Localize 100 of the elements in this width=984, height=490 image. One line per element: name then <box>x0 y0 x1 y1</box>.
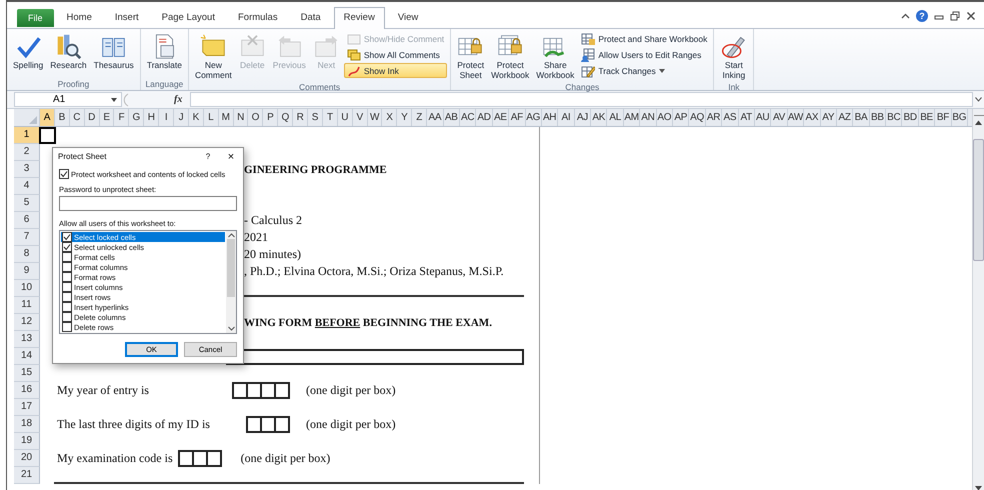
allow-edit-ranges-button[interactable]: Allow Users to Edit Ranges <box>578 47 710 62</box>
column-header[interactable]: E <box>100 109 114 126</box>
ribbon-tab[interactable]: Insert <box>104 7 149 28</box>
ribbon-tab[interactable]: Review <box>334 7 385 29</box>
checkbox[interactable] <box>62 292 72 302</box>
column-header[interactable]: BF <box>935 109 952 126</box>
checkbox[interactable] <box>62 242 72 252</box>
column-header[interactable]: AM <box>624 109 640 126</box>
row-header[interactable]: 20 <box>14 450 40 467</box>
ribbon-tab[interactable]: Home <box>56 7 102 28</box>
list-scrollbar[interactable] <box>226 231 236 333</box>
column-header[interactable]: Q <box>278 109 294 126</box>
spelling-button[interactable]: Spelling <box>10 31 46 72</box>
ribbon-tab[interactable]: View <box>388 7 428 28</box>
column-header[interactable]: AW <box>788 109 804 126</box>
translate-button[interactable]: Translate <box>144 31 185 72</box>
checkbox[interactable] <box>62 322 72 332</box>
insert-function-button[interactable]: fx <box>174 94 182 105</box>
column-header[interactable]: AD <box>476 109 493 126</box>
new-comment-button[interactable]: New Comment <box>192 31 235 82</box>
column-header[interactable]: S <box>308 109 323 126</box>
row-header[interactable]: 8 <box>14 246 40 263</box>
formula-input[interactable] <box>190 92 973 107</box>
row-header[interactable]: 10 <box>14 280 40 297</box>
row-header[interactable]: 5 <box>14 195 40 212</box>
column-header[interactable]: BB <box>870 109 886 126</box>
row-header[interactable]: 4 <box>14 178 40 195</box>
column-header[interactable]: L <box>204 109 219 126</box>
column-header[interactable]: BE <box>918 109 936 126</box>
column-header[interactable]: X <box>382 109 398 126</box>
column-header[interactable]: Z <box>412 109 428 126</box>
checkbox[interactable] <box>62 262 72 272</box>
column-header[interactable]: AY <box>820 109 837 126</box>
scroll-down-icon[interactable] <box>975 486 982 490</box>
show-ink-button[interactable]: Show Ink <box>344 63 448 78</box>
share-workbook-button[interactable]: Share Workbook <box>533 31 578 82</box>
research-button[interactable]: Research <box>47 31 90 72</box>
ribbon-tab[interactable]: Formulas <box>228 7 288 28</box>
start-inking-button[interactable]: Start Inking <box>717 31 750 82</box>
scroll-down-icon[interactable] <box>228 326 234 331</box>
row-header[interactable]: 16 <box>14 382 40 399</box>
row-header[interactable]: 15 <box>14 365 40 382</box>
column-header[interactable]: C <box>70 109 85 126</box>
column-header[interactable]: M <box>218 109 234 126</box>
column-header[interactable]: D <box>84 109 100 126</box>
protect-workbook-button[interactable]: Protect Workbook <box>488 31 532 82</box>
resize-handle-icon[interactable] <box>122 92 130 106</box>
column-header[interactable]: BC <box>886 109 902 126</box>
column-header[interactable]: AC <box>460 109 476 126</box>
collapse-ribbon-icon[interactable] <box>901 13 910 19</box>
column-header[interactable]: AH <box>542 109 558 126</box>
column-header[interactable]: G <box>129 109 144 126</box>
close-button[interactable]: × <box>219 150 243 162</box>
column-header[interactable]: H <box>144 109 160 126</box>
column-header[interactable]: A <box>40 109 55 126</box>
row-header[interactable]: 21 <box>14 467 40 484</box>
column-header[interactable]: AL <box>607 109 624 126</box>
column-header[interactable]: AQ <box>689 109 706 126</box>
protect-and-share-button[interactable]: Protect and Share Workbook <box>578 31 710 46</box>
column-header[interactable]: U <box>338 109 353 126</box>
column-header[interactable]: J <box>174 109 189 126</box>
row-header[interactable]: 19 <box>14 433 40 450</box>
checkbox[interactable] <box>62 252 72 262</box>
checkbox[interactable] <box>62 232 72 242</box>
protect-sheet-button[interactable]: Protect Sheet <box>454 31 488 82</box>
checkbox[interactable] <box>62 272 72 282</box>
row-header[interactable]: 3 <box>14 161 40 178</box>
column-header[interactable]: N <box>234 109 248 126</box>
column-header[interactable]: BD <box>902 109 919 126</box>
column-header[interactable]: AR <box>706 109 722 126</box>
column-header[interactable]: AT <box>738 109 755 126</box>
column-header[interactable]: T <box>322 109 338 126</box>
ribbon-tab[interactable]: Page Layout <box>152 7 225 28</box>
column-header[interactable]: AN <box>640 109 657 126</box>
row-header[interactable]: 13 <box>14 331 40 348</box>
column-header[interactable]: BA <box>853 109 870 126</box>
scroll-up-icon[interactable] <box>228 233 234 238</box>
column-header[interactable]: B <box>54 109 70 126</box>
row-header[interactable]: 12 <box>14 314 40 331</box>
row-header[interactable]: 7 <box>14 229 40 246</box>
show-all-comments-button[interactable]: Show All Comments <box>344 47 448 62</box>
help-button[interactable]: ? <box>197 152 219 161</box>
column-header[interactable]: W <box>368 109 382 126</box>
column-header[interactable]: AZ <box>836 109 854 126</box>
column-header[interactable]: AS <box>722 109 739 126</box>
row-header[interactable]: 11 <box>14 297 40 314</box>
expand-caret-icon[interactable] <box>975 97 982 102</box>
column-header[interactable]: BG <box>952 109 968 126</box>
checkbox[interactable] <box>62 302 72 312</box>
column-header[interactable]: AA <box>427 109 444 126</box>
column-header[interactable]: AF <box>509 109 526 126</box>
row-header[interactable]: 14 <box>14 348 40 365</box>
column-header[interactable]: AX <box>804 109 821 126</box>
vertical-scrollbar[interactable] <box>972 109 984 490</box>
ribbon-tab[interactable]: Data <box>290 7 331 28</box>
column-header[interactable]: AU <box>754 109 772 126</box>
column-header[interactable]: I <box>159 109 174 126</box>
column-header[interactable]: AJ <box>574 109 592 126</box>
column-header[interactable]: AO <box>656 109 674 126</box>
scroll-up-icon[interactable] <box>975 120 982 125</box>
